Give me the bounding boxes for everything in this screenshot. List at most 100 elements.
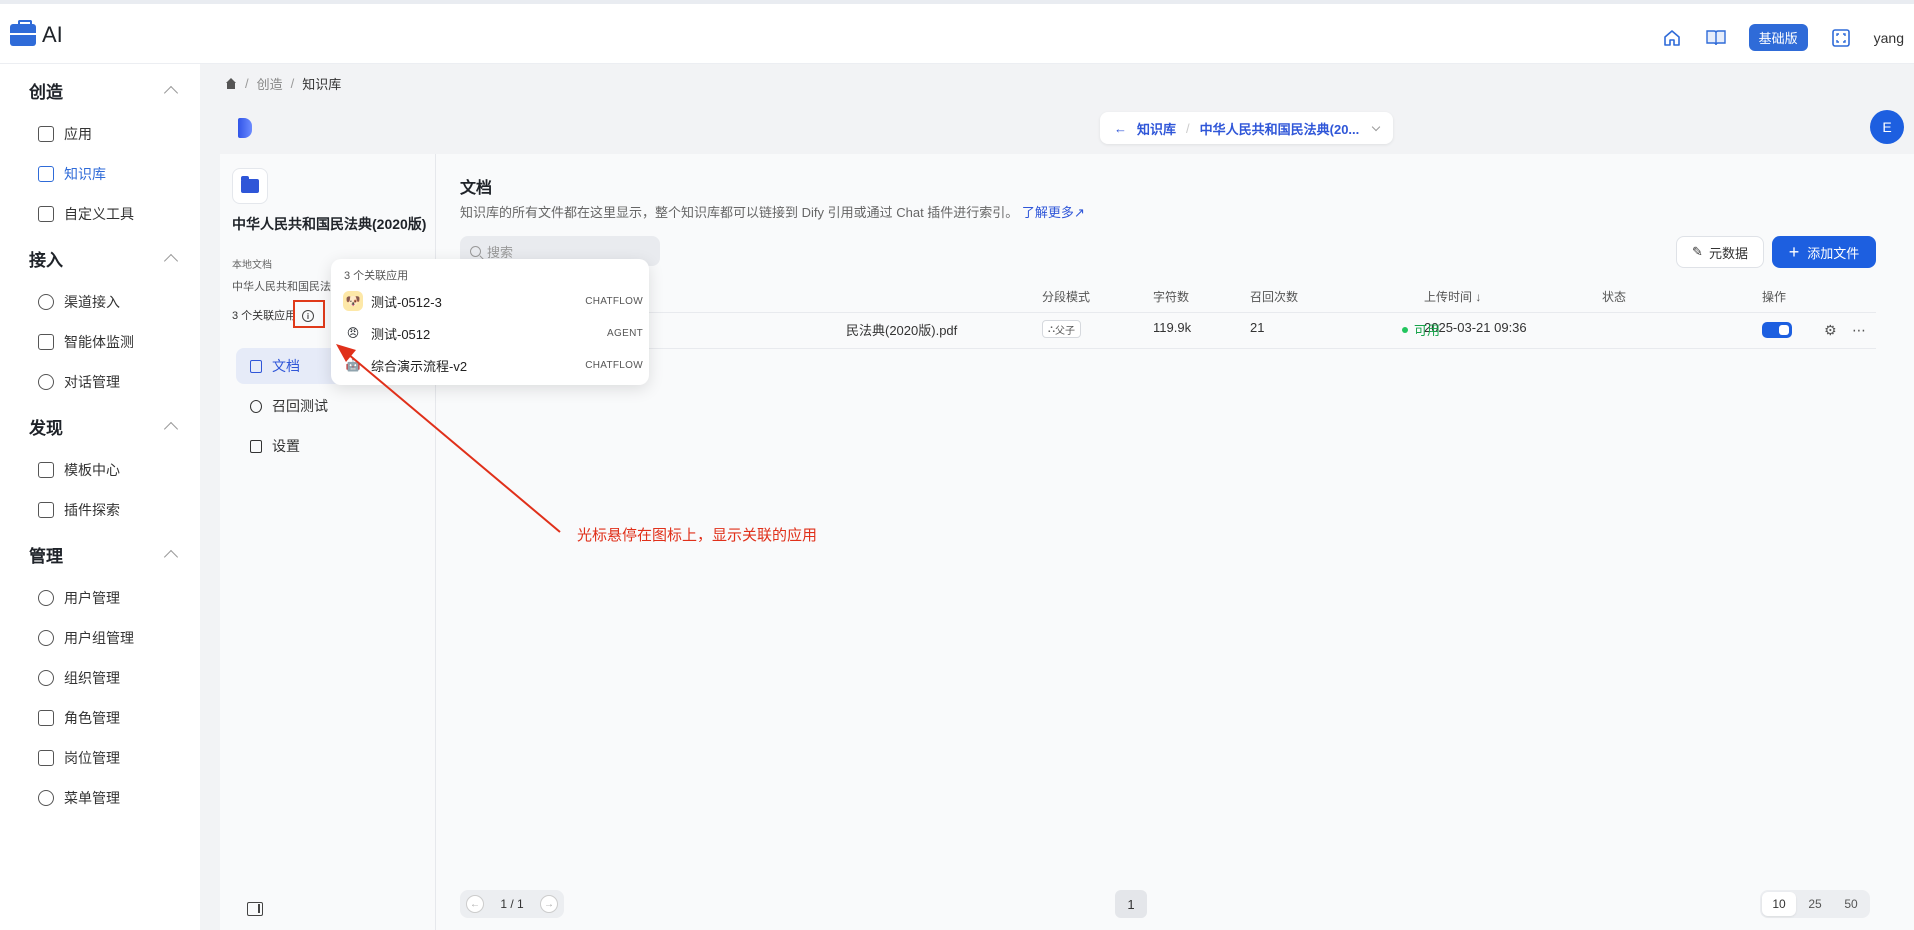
chat-icon [38, 374, 54, 390]
highlight-box [293, 300, 325, 328]
page-indicator: 1 / 1 [500, 897, 524, 911]
nav-item-apps[interactable]: 应用 [38, 124, 92, 144]
app-logo[interactable]: AI [10, 20, 63, 48]
edit-icon: ✎ [1692, 244, 1703, 259]
sort-down-icon[interactable]: ↓ [1475, 290, 1481, 304]
chevron-up-icon[interactable] [163, 85, 179, 101]
add-file-button[interactable]: + 添加文件 [1772, 236, 1876, 268]
nav-item-monitor[interactable]: 智能体监测 [38, 332, 134, 352]
linked-apps-popover: 3 个关联应用 🐶 测试-0512-3 CHATFLOW 😠 测试-0512 A… [331, 259, 649, 385]
plan-badge[interactable]: 基础版 [1748, 24, 1808, 51]
panel-header: ← 知识库 / 中华人民共和国民法典(20... E [220, 110, 1914, 154]
user-icon [38, 590, 54, 606]
back-to-knowledge[interactable]: 知识库 [1137, 119, 1176, 138]
external-link-icon[interactable]: ↗ [1074, 205, 1085, 220]
prev-page-icon[interactable]: ← [466, 895, 484, 913]
linked-app-item[interactable]: 🐶 测试-0512-3 CHATFLOW [343, 289, 643, 313]
breadcrumb-knowledge: 知识库 [302, 77, 342, 92]
nav-group-manage[interactable]: 管理 [29, 542, 63, 567]
nav-item-tools[interactable]: 自定义工具 [38, 204, 134, 224]
nav-item-plugins[interactable]: 插件探索 [38, 500, 120, 520]
arrow-left-icon[interactable]: ← [1114, 121, 1127, 136]
home-icon[interactable] [1661, 27, 1683, 49]
top-bar: AI 基础版 yang [0, 0, 1914, 64]
left-nav: 创造 应用 知识库 自定义工具 接入 渠道接入 智能体监测 对话管理 发现 模板… [0, 64, 200, 930]
folder-icon [232, 168, 268, 204]
knowledge-panel: ← 知识库 / 中华人民共和国民法典(20... E 中华人民共和国民法典(20… [220, 110, 1914, 930]
recall-count: 21 [1250, 320, 1265, 335]
link-icon [38, 294, 54, 310]
chevron-up-icon[interactable] [163, 549, 179, 565]
linked-app-item[interactable]: 🤖 综合演示流程-v2 CHATFLOW [343, 353, 643, 377]
linked-app-item[interactable]: 😠 测试-0512 AGENT [343, 321, 643, 345]
app-avatar-icon: 🐶 [343, 291, 363, 311]
documents-desc: 知识库的所有文件都在这里显示，整个知识库都可以链接到 Dify 引用或通过 Ch… [460, 205, 1085, 220]
nav-item-channels[interactable]: 渠道接入 [38, 292, 120, 312]
char-count: 119.9k [1153, 320, 1192, 335]
home-icon[interactable] [225, 78, 237, 89]
header-uploaded[interactable]: 上传时间 ↓ [1424, 288, 1481, 305]
nav-item-conversations[interactable]: 对话管理 [38, 372, 120, 392]
metadata-button[interactable]: ✎ 元数据 [1676, 236, 1764, 268]
document-icon [250, 359, 262, 373]
collapse-sidebar-icon[interactable] [247, 902, 263, 916]
role-icon [38, 710, 54, 726]
nav-group-access[interactable]: 接入 [29, 246, 63, 271]
tab-recall-test[interactable]: 召回测试 [236, 388, 418, 424]
next-page-icon[interactable]: → [539, 895, 558, 913]
breadcrumb: / 创造 / 知识库 [225, 74, 341, 93]
template-icon [38, 462, 54, 478]
page-number[interactable]: 1 [1115, 890, 1147, 918]
nav-item-knowledge[interactable]: 知识库 [38, 164, 106, 184]
post-icon [38, 750, 54, 766]
divider [460, 348, 1876, 349]
org-icon [38, 670, 54, 686]
nav-group-discover[interactable]: 发现 [29, 414, 63, 439]
avatar[interactable]: E [1870, 110, 1904, 144]
breadcrumb-create[interactable]: 创造 [257, 74, 283, 93]
book-icon [38, 166, 54, 182]
chevron-down-icon[interactable] [1372, 122, 1381, 131]
chevron-up-icon[interactable] [163, 421, 179, 437]
enable-toggle[interactable] [1762, 322, 1792, 338]
nav-item-templates[interactable]: 模板中心 [38, 460, 120, 480]
nav-item-users[interactable]: 用户管理 [38, 588, 120, 608]
nav-item-user-groups[interactable]: 用户组管理 [38, 628, 134, 648]
knowledge-name: 中华人民共和国民法典(2020版) [232, 216, 427, 232]
file-name[interactable]: 民法典(2020版).pdf [846, 320, 957, 339]
book-icon[interactable] [1705, 27, 1727, 49]
more-icon[interactable]: ⋯ [1852, 322, 1866, 339]
nav-item-roles[interactable]: 角色管理 [38, 708, 120, 728]
nav-group-create[interactable]: 创造 [29, 78, 63, 103]
documents-title: 文档 [460, 180, 493, 197]
settings-icon[interactable]: ⚙ [1824, 322, 1837, 339]
briefcase-icon [10, 20, 36, 46]
tab-settings[interactable]: 设置 [236, 428, 418, 464]
nav-item-posts[interactable]: 岗位管理 [38, 748, 120, 768]
page-size-50[interactable]: 50 [1834, 892, 1868, 916]
page-size-25[interactable]: 25 [1798, 892, 1832, 916]
user-menu[interactable]: yang [1874, 30, 1904, 46]
menu-icon [38, 790, 54, 806]
header-chars: 字符数 [1153, 290, 1190, 304]
popover-title: 3 个关联应用 [344, 270, 409, 282]
knowledge-desc: 中华人民共和国民法典 [232, 281, 342, 293]
search-icon [470, 245, 481, 257]
pagination: ← 1 / 1 → [460, 890, 564, 918]
monitor-icon [38, 334, 54, 350]
robot-icon [38, 126, 54, 142]
logo-text: AI [42, 22, 63, 47]
learn-more-link[interactable]: 了解更多 [1022, 205, 1074, 220]
chevron-up-icon[interactable] [163, 253, 179, 269]
nav-item-orgs[interactable]: 组织管理 [38, 668, 120, 688]
knowledge-type: 本地文档 [232, 260, 272, 271]
knowledge-switcher[interactable]: ← 知识库 / 中华人民共和国民法典(20... [1100, 112, 1394, 144]
current-knowledge[interactable]: 中华人民共和国民法典(20... [1200, 119, 1360, 138]
header-status: 状态 [1602, 290, 1627, 304]
user-icon [38, 630, 54, 646]
nav-item-menus[interactable]: 菜单管理 [38, 788, 120, 808]
fullscreen-icon[interactable] [1830, 27, 1852, 49]
page-size-10[interactable]: 10 [1762, 892, 1796, 916]
parent-child-icon: ⛬ [1048, 323, 1055, 335]
segment-badge: ⛬ 父子 [1042, 320, 1081, 338]
